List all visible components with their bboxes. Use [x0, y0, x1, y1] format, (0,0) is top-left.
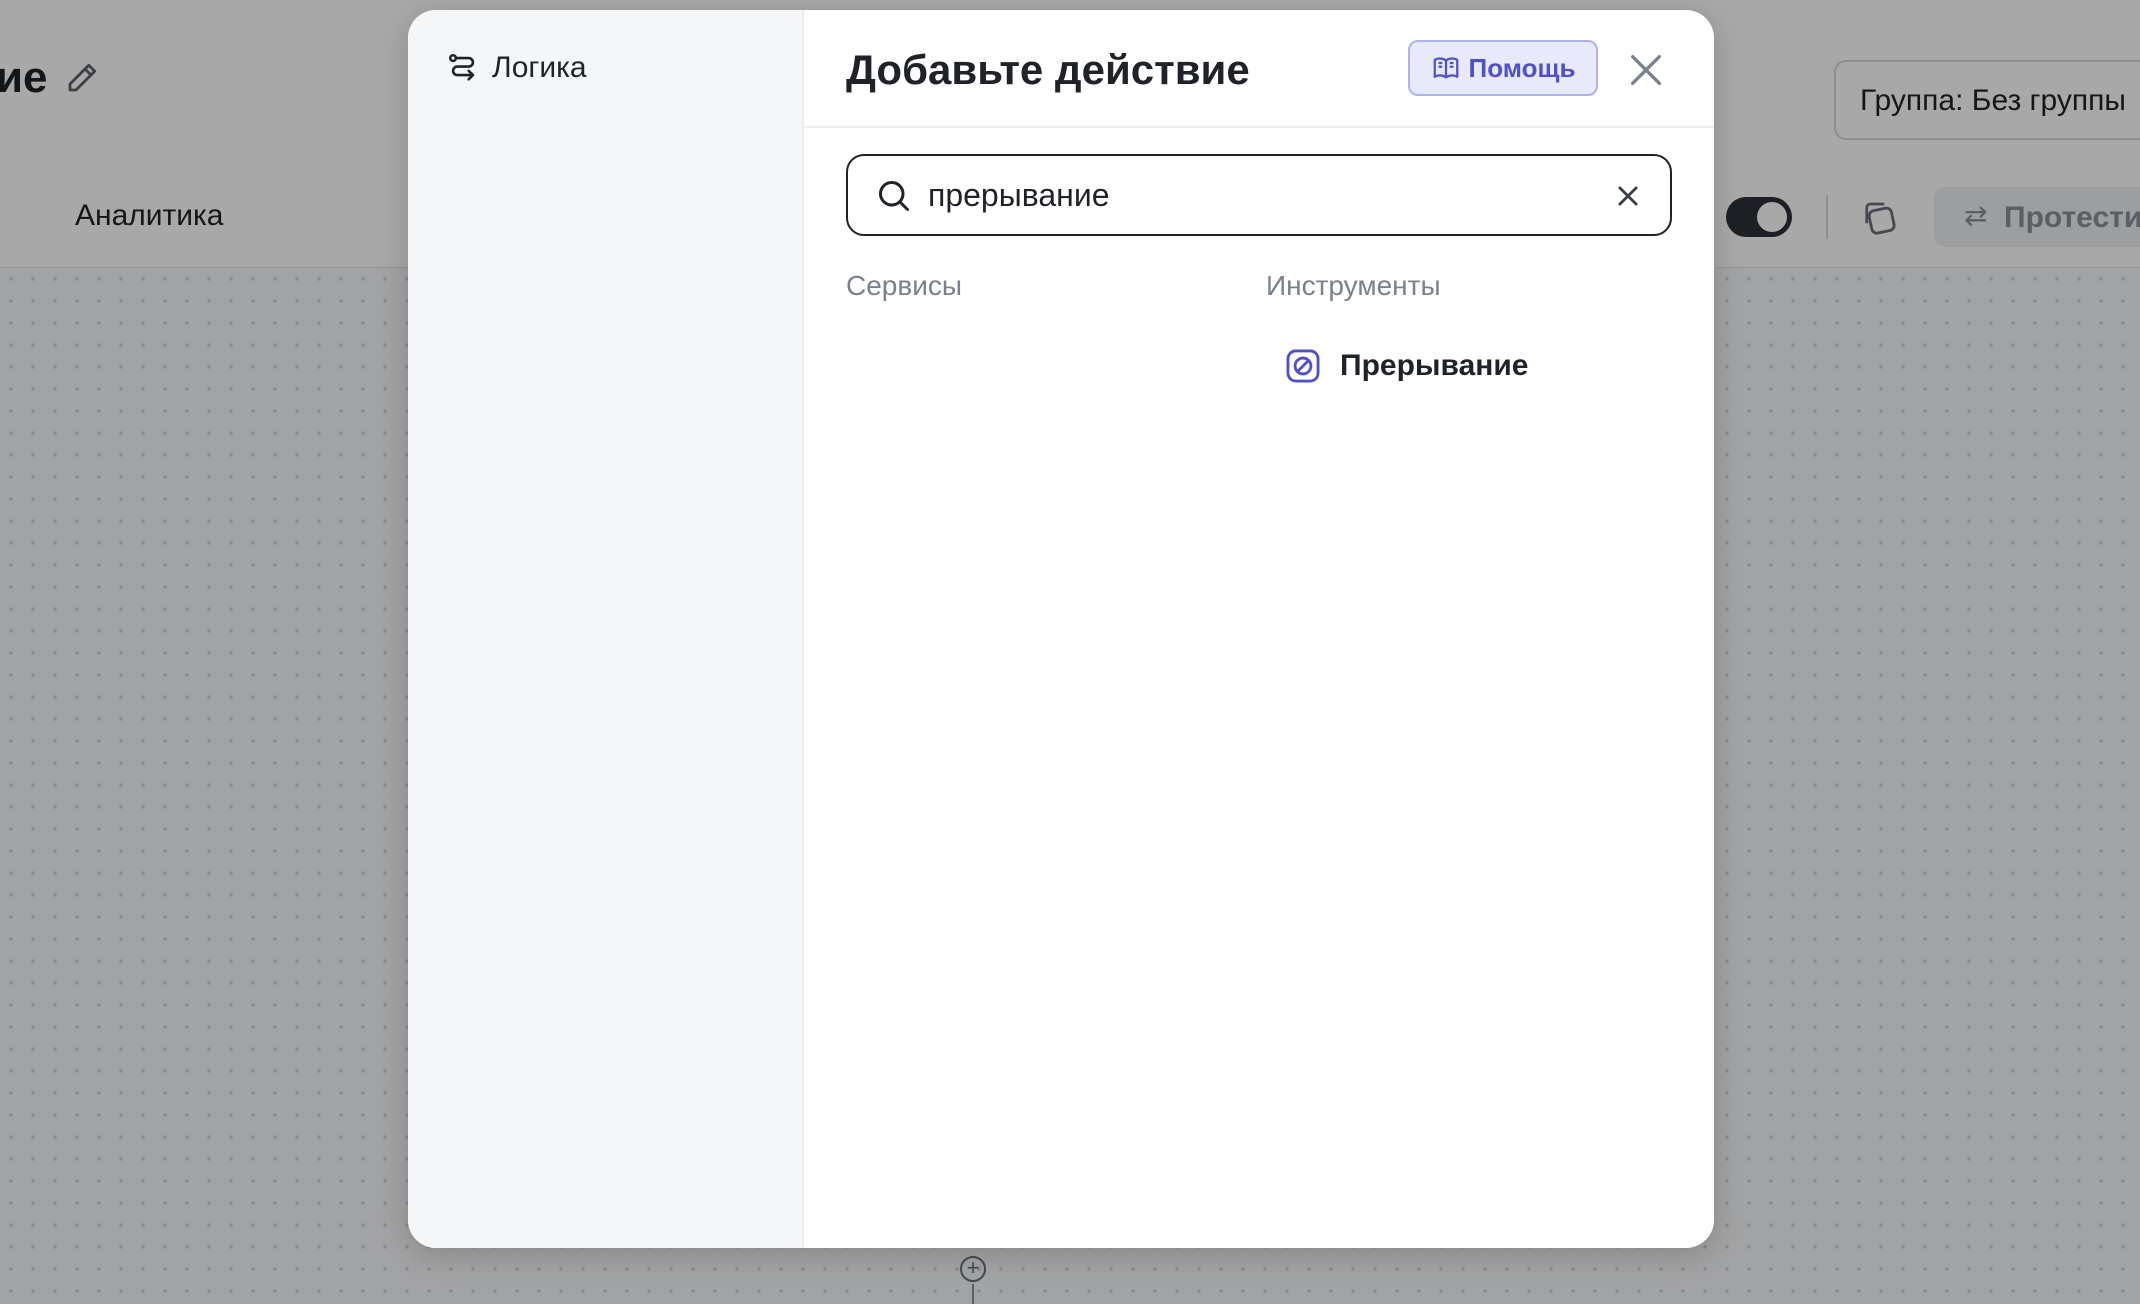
sidebar-item-label: Логика [492, 51, 587, 84]
page: ие Группа: Без группы Аналитика ⇄ Протес… [0, 0, 2140, 1304]
book-icon [1433, 57, 1458, 79]
tool-item-interrupt[interactable]: Прерывание [1284, 344, 1529, 388]
clear-search-icon[interactable] [1614, 182, 1642, 210]
modal-sidebar: Логика [408, 10, 804, 1248]
stop-icon [1286, 349, 1320, 383]
help-button[interactable]: Помощь [1408, 40, 1598, 96]
modal-main: Добавьте действие Помощь прерывание Серв… [804, 10, 1714, 1248]
sidebar-item-logic[interactable]: Логика [446, 46, 587, 90]
search-icon [879, 181, 909, 211]
modal-title: Добавьте действие [846, 46, 1250, 93]
tools-heading: Инструменты [1266, 270, 1441, 301]
logic-branch-icon [448, 53, 475, 81]
tool-item-label: Прерывание [1340, 349, 1529, 382]
services-heading: Сервисы [846, 270, 963, 301]
search-input[interactable] [928, 170, 1588, 220]
search-box [846, 154, 1672, 236]
add-action-modal: Логика Добавьте действие Помощь прерыван… [408, 10, 1714, 1248]
modal-header: Добавьте действие Помощь [804, 10, 1714, 128]
help-button-label: Помощь [1468, 52, 1576, 83]
close-icon[interactable] [1626, 50, 1666, 90]
